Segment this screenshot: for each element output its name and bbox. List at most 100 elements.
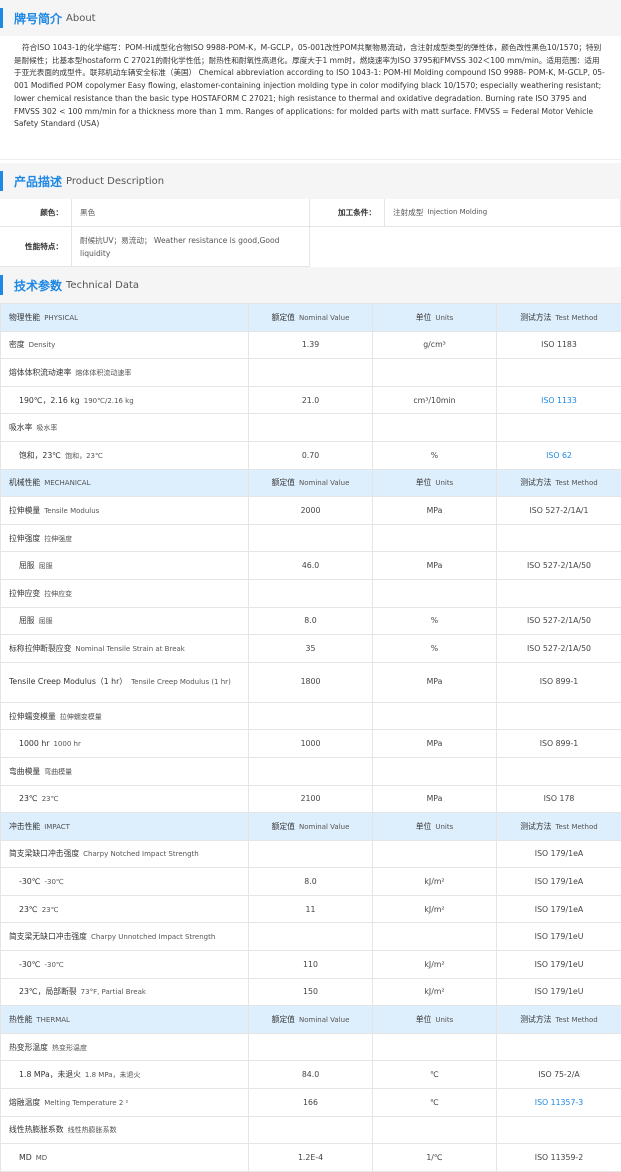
- unit-value: cm³/10min: [372, 385, 497, 415]
- test-method: [496, 1115, 621, 1145]
- property-name: 拉伸强度 拉伸强度: [0, 523, 249, 553]
- nominal-value: 1.39: [248, 330, 373, 360]
- test-method-text: ISO 527-2/1A/50: [527, 616, 591, 626]
- test-method: [496, 701, 621, 731]
- property-en: 23℃: [41, 905, 59, 914]
- tech-title-cn: 技术参数: [14, 278, 63, 293]
- value: 21.0: [301, 395, 320, 405]
- unit-value: MPa: [372, 661, 497, 703]
- test-method: ISO 11359-2: [496, 1143, 621, 1172]
- unit-value: [372, 578, 497, 608]
- header-method: 测试方法 Test Method: [496, 468, 621, 498]
- property-en: Tensile Modulus: [44, 506, 100, 515]
- unit-value: [372, 523, 497, 553]
- test-method: ISO 179/1eU: [496, 977, 621, 1007]
- value: 8.0: [304, 877, 317, 887]
- unit: 1/℃: [426, 1153, 443, 1163]
- property-cn: -30℃: [19, 959, 41, 969]
- test-method: ISO 1183: [496, 330, 621, 360]
- property-name: 屈服 屈服: [0, 606, 249, 636]
- process-value-en: Injection Molding: [427, 208, 488, 216]
- table-row: 标称拉伸断裂应变 Nominal Tensile Strain at Break 3…: [0, 634, 621, 663]
- header-method: 测试方法 Test Method: [496, 1005, 621, 1034]
- test-method-link[interactable]: ISO 11357-3: [535, 1098, 583, 1107]
- property-en: 190℃/2.16 kg: [83, 396, 134, 405]
- about-title-en: About: [66, 12, 96, 24]
- nominal-en: Nominal Value: [298, 313, 350, 322]
- method-cn: 测试方法: [520, 478, 552, 488]
- description-grid: 颜色： 黑色 加工条件： 注射成型 Injection Molding 性能特点…: [0, 199, 621, 267]
- unit: ℃: [430, 1097, 439, 1107]
- unit-value: MPa: [372, 784, 497, 814]
- test-method: ISO 1133: [496, 385, 621, 415]
- table-row: 23℃ 23℃ 11 kJ/m² ISO 179/1eA: [0, 894, 621, 924]
- table-row: 190℃，2.16 kg 190℃/2.16 kg 21.0 cm³/10min ISO…: [0, 385, 621, 415]
- unit: %: [430, 616, 439, 626]
- test-method: ISO 899-1: [496, 661, 621, 703]
- table-row: Tensile Creep Modulus（1 hr） Tensile Creep…: [0, 661, 621, 703]
- unit: ℃: [430, 1070, 439, 1080]
- units-cn: 单位: [415, 1015, 432, 1025]
- table-row: 线性热膨胀系数 线性热膨胀系数: [0, 1115, 621, 1145]
- property-en: 屈服: [38, 562, 53, 571]
- category-name: 机械性能 MECHANICAL: [0, 468, 249, 498]
- property-cn: 标称拉伸断裂应变: [9, 643, 72, 653]
- description-section-header: 产品描述 Product Description: [0, 163, 621, 199]
- unit-value: %: [372, 606, 497, 636]
- category-name: 冲击性能 IMPACT: [0, 812, 249, 841]
- test-method: ISO 527-2/1A/1: [496, 496, 621, 525]
- property-cn: 熔体体积流动速率: [9, 367, 72, 377]
- test-method-text: ISO 1183: [541, 340, 577, 350]
- nominal-value: [248, 358, 373, 387]
- property-cn: 23℃，局部断裂: [19, 987, 77, 997]
- property-en: 吸水率: [36, 424, 58, 433]
- nominal-cn: 额定值: [271, 821, 295, 831]
- test-method-link[interactable]: ISO 62: [546, 451, 572, 460]
- property-name: 拉伸应变 拉伸应变: [0, 578, 249, 608]
- unit: MPa: [426, 561, 443, 571]
- property-cn: 190℃，2.16 kg: [19, 395, 80, 405]
- value: 166: [303, 1097, 318, 1107]
- value: 8.0: [304, 616, 317, 626]
- table-row: 熔体体积流动速率 熔体体积流动速率: [0, 358, 621, 387]
- unit: cm³/10min: [413, 395, 456, 405]
- test-method-text: ISO 75-2/A: [538, 1070, 580, 1080]
- unit-value: MPa: [372, 729, 497, 758]
- property-en: 线性热膨胀系数: [67, 1126, 117, 1135]
- category-en: MECHANICAL: [44, 479, 91, 488]
- nominal-en: Nominal Value: [298, 479, 350, 488]
- test-method: ISO 179/1eU: [496, 950, 621, 979]
- table-row: -30℃ -30℃ 8.0 kJ/m² ISO 179/1eA: [0, 867, 621, 896]
- table-row: -30℃ -30℃ 110 kJ/m² ISO 179/1eU: [0, 950, 621, 979]
- nominal-value: [248, 922, 373, 952]
- unit: MPa: [426, 677, 443, 687]
- property-name: 吸水率 吸水率: [0, 413, 249, 442]
- table-row: 屈服 屈服 46.0 MPa ISO 527-2/1A/50: [0, 551, 621, 580]
- technical-data-table: 物理性能 PHYSICAL 额定值 Nominal Value 单位 Units 测试方法 T…: [0, 303, 621, 1172]
- test-method: ISO 179/1eA: [496, 894, 621, 924]
- category-cn: 机械性能: [9, 478, 41, 488]
- units-cn: 单位: [415, 821, 432, 831]
- value: 1.39: [301, 340, 320, 350]
- nominal-value: 150: [248, 977, 373, 1007]
- unit-value: [372, 413, 497, 442]
- unit-value: %: [372, 440, 497, 470]
- nominal-cn: 额定值: [271, 478, 295, 488]
- test-method-link[interactable]: ISO 1133: [541, 396, 577, 405]
- test-method-text: ISO 527-2/1A/50: [527, 561, 591, 571]
- table-row: 拉伸蠕变模量 拉伸蠕变模量: [0, 701, 621, 731]
- property-cn: 密度: [9, 340, 25, 350]
- unit-value: %: [372, 634, 497, 663]
- test-method-text: ISO 179/1eU: [534, 932, 584, 942]
- category-cn: 物理性能: [9, 312, 41, 322]
- section-accent-bar: [0, 275, 3, 295]
- nominal-value: 0.70: [248, 440, 373, 470]
- property-en: 23℃: [41, 795, 59, 804]
- test-method: ISO 62: [496, 440, 621, 470]
- property-cn: 1000 hr: [19, 739, 50, 749]
- test-method: ISO 178: [496, 784, 621, 814]
- test-method-text: ISO 527-2/1A/50: [527, 643, 591, 653]
- property-cn: 线性热膨胀系数: [9, 1125, 64, 1135]
- nominal-value: [248, 756, 373, 786]
- property-en: 熔体体积流动速率: [75, 368, 132, 377]
